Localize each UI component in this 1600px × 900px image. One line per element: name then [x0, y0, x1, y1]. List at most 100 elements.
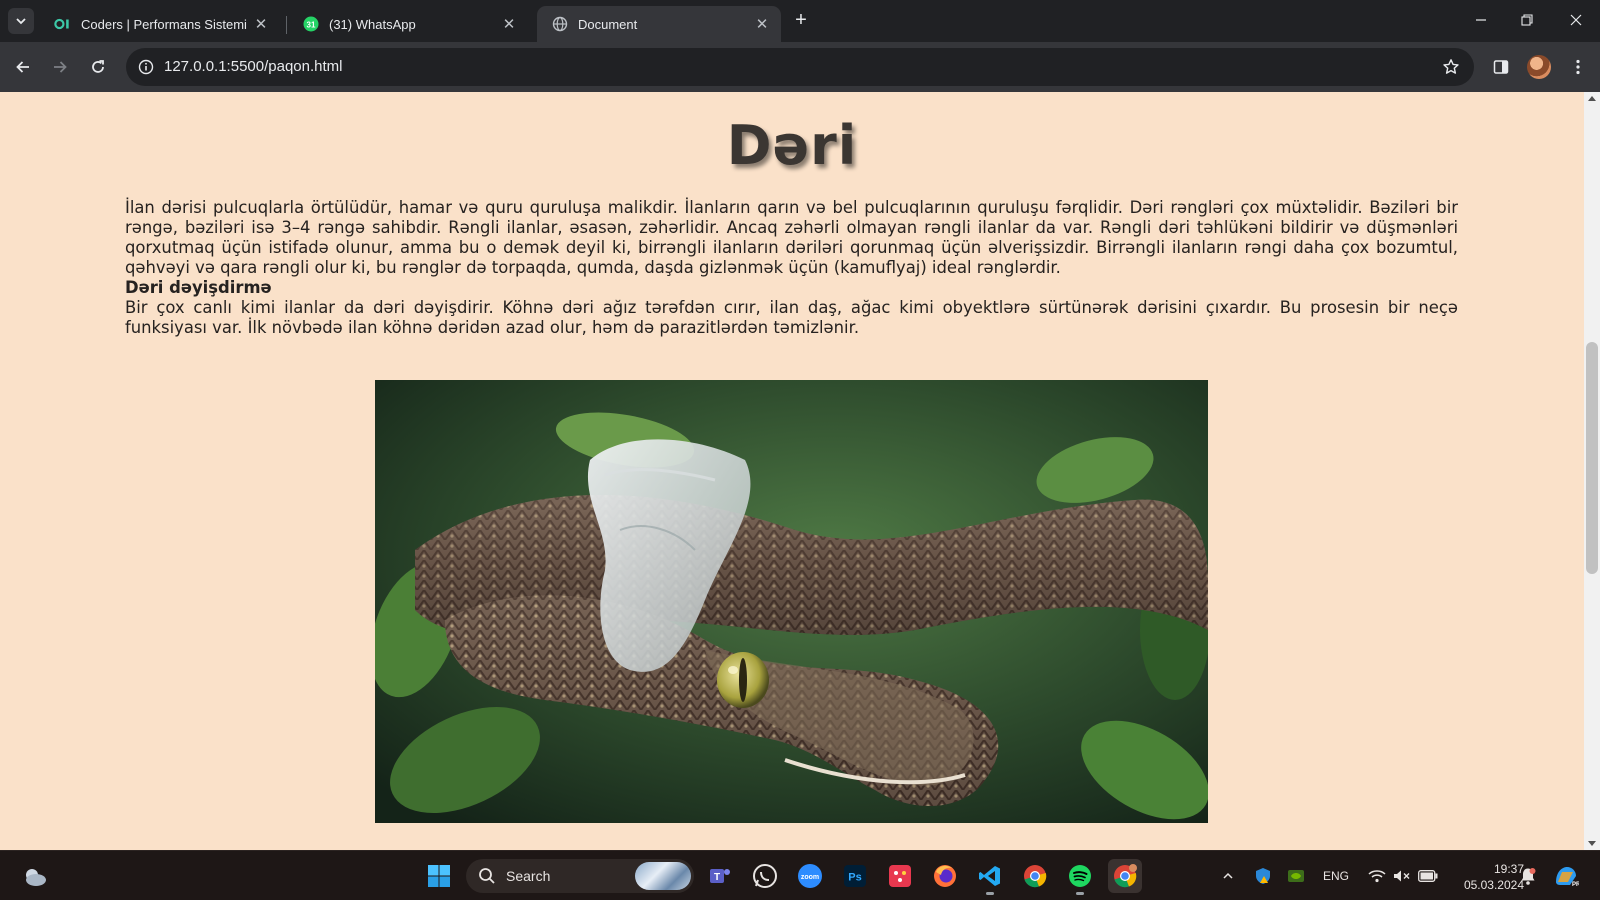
page-viewport: Dəri İlan dərisi pulcuqlarla örtülüdür, … — [0, 92, 1600, 850]
close-icon[interactable]: ✕ — [252, 15, 270, 33]
taskbar-search[interactable]: Search — [466, 859, 694, 893]
tab-document[interactable]: Document ✕ — [537, 6, 781, 42]
svg-text:PRE: PRE — [1572, 882, 1579, 888]
tab-title: Document — [578, 16, 638, 32]
kebab-menu-icon — [1576, 59, 1580, 75]
scroll-up-arrow[interactable] — [1588, 96, 1596, 101]
section-heading: Dəri dəyişdirmə — [125, 278, 272, 297]
profile-button[interactable] — [1523, 51, 1555, 83]
taskbar-whatsapp[interactable] — [748, 859, 782, 893]
battery-icon — [1418, 870, 1438, 882]
tab-title: Coders | Performans Sistemi — [81, 16, 247, 32]
address-bar[interactable]: 127.0.0.1:5500/paqon.html — [126, 48, 1474, 86]
windows-start-icon — [428, 865, 450, 887]
vscode-icon — [979, 866, 1000, 886]
reload-button[interactable] — [82, 51, 114, 83]
svg-text:T: T — [714, 872, 720, 883]
wifi-tray-icon[interactable] — [1368, 851, 1386, 900]
taskbar-zoom[interactable]: zoom — [793, 859, 827, 893]
copilot-icon: PRE — [1556, 867, 1579, 888]
tab-coders[interactable]: Coders | Performans Sistemi ✕ — [40, 6, 280, 42]
language-label: ENG — [1323, 869, 1350, 883]
taskbar-firefox[interactable] — [928, 859, 962, 893]
tab-title: (31) WhatsApp — [329, 16, 416, 32]
url-text[interactable]: 127.0.0.1:5500/paqon.html — [164, 58, 342, 75]
minimize-icon — [1476, 19, 1486, 21]
avatar — [1527, 55, 1551, 79]
forward-button[interactable] — [44, 51, 76, 83]
chevron-up-icon — [1223, 872, 1233, 879]
start-button[interactable] — [422, 859, 456, 893]
tab-strip: Coders | Performans Sistemi ✕ 31 (31) Wh… — [0, 0, 1600, 42]
restore-button[interactable] — [1504, 0, 1550, 40]
taskbar-calendar-app[interactable] — [883, 859, 917, 893]
svg-text:31: 31 — [307, 21, 316, 30]
close-icon[interactable]: ✕ — [753, 15, 771, 33]
tab-divider — [286, 16, 287, 34]
nvidia-tray-icon[interactable] — [1288, 851, 1304, 900]
paragraph-skin: İlan dərisi pulcuqlarla örtülüdür, hamar… — [125, 198, 1458, 277]
chevron-down-icon — [16, 18, 26, 25]
taskbar-spotify[interactable] — [1063, 859, 1097, 895]
page-title: Dəri — [726, 114, 858, 177]
weather-icon — [26, 869, 46, 886]
globe-favicon — [551, 15, 569, 33]
coders-favicon — [54, 15, 72, 33]
taskbar-chrome[interactable] — [1018, 859, 1052, 893]
close-icon[interactable]: ✕ — [500, 15, 518, 33]
paragraph-shedding: Bir çox canlı kimi ilanlar da dəri dəyiş… — [125, 298, 1458, 337]
arrow-left-icon — [16, 61, 29, 73]
shield-warning-icon — [1256, 868, 1270, 884]
new-tab-button[interactable]: + — [790, 10, 812, 32]
bookmark-star-icon[interactable] — [1440, 56, 1462, 78]
calendar-app-icon — [889, 865, 911, 887]
tray-overflow-button[interactable] — [1222, 851, 1234, 900]
whatsapp-favicon: 31 — [302, 15, 320, 33]
vertical-scrollbar[interactable] — [1584, 92, 1600, 850]
teams-icon: T — [710, 869, 730, 883]
notification-button[interactable] — [1520, 851, 1536, 900]
taskbar-chrome-profile[interactable] — [1108, 859, 1142, 893]
battery-tray-icon[interactable] — [1418, 851, 1438, 900]
chrome-icon — [1024, 865, 1047, 888]
wifi-icon — [1368, 870, 1386, 883]
system-clock[interactable]: 19:37 05.03.2024 — [1464, 861, 1524, 893]
speaker-muted-icon — [1394, 870, 1410, 882]
close-window-button[interactable] — [1553, 0, 1599, 40]
clock-time: 19:37 — [1493, 862, 1524, 876]
scroll-down-arrow[interactable] — [1588, 841, 1596, 846]
svg-text:zoom: zoom — [801, 874, 819, 881]
copilot-button[interactable]: PRE — [1553, 851, 1579, 900]
side-panel-button[interactable] — [1485, 51, 1517, 83]
close-icon — [1570, 14, 1582, 26]
whatsapp-icon — [753, 864, 777, 888]
taskbar-teams[interactable]: T — [703, 859, 737, 893]
photoshop-icon: Ps — [844, 865, 866, 887]
volume-tray-icon[interactable] — [1393, 851, 1411, 900]
weather-widget[interactable] — [18, 859, 52, 893]
spotify-icon — [1069, 865, 1091, 887]
search-highlight-image — [635, 862, 691, 890]
svg-text:Ps: Ps — [848, 872, 861, 884]
restore-icon — [1521, 14, 1533, 26]
taskbar-photoshop[interactable]: Ps — [838, 859, 872, 893]
language-indicator[interactable]: ENG — [1323, 851, 1349, 900]
article-text: İlan dərisi pulcuqlarla örtülüdür, hamar… — [125, 198, 1458, 338]
snake-shedding-photo — [375, 380, 1208, 823]
tab-whatsapp[interactable]: 31 (31) WhatsApp ✕ — [288, 6, 528, 42]
bell-icon — [1521, 868, 1536, 885]
minimize-button[interactable] — [1458, 0, 1504, 40]
site-info-icon[interactable] — [134, 55, 158, 79]
menu-button[interactable] — [1562, 51, 1594, 83]
firefox-icon — [934, 865, 956, 887]
scrollbar-thumb[interactable] — [1586, 342, 1598, 574]
back-button[interactable] — [7, 51, 39, 83]
nvidia-icon — [1288, 870, 1304, 882]
browser-toolbar: 127.0.0.1:5500/paqon.html — [0, 42, 1600, 92]
tab-search-button[interactable] — [8, 8, 34, 34]
arrow-right-icon — [54, 61, 67, 73]
windows-taskbar: Search T zoom Ps ENG 19:37 05.03.2024 PR — [0, 850, 1600, 900]
taskbar-vscode[interactable] — [973, 859, 1007, 895]
defender-tray-icon[interactable] — [1254, 851, 1272, 900]
chrome-profile-icon — [1114, 864, 1137, 888]
